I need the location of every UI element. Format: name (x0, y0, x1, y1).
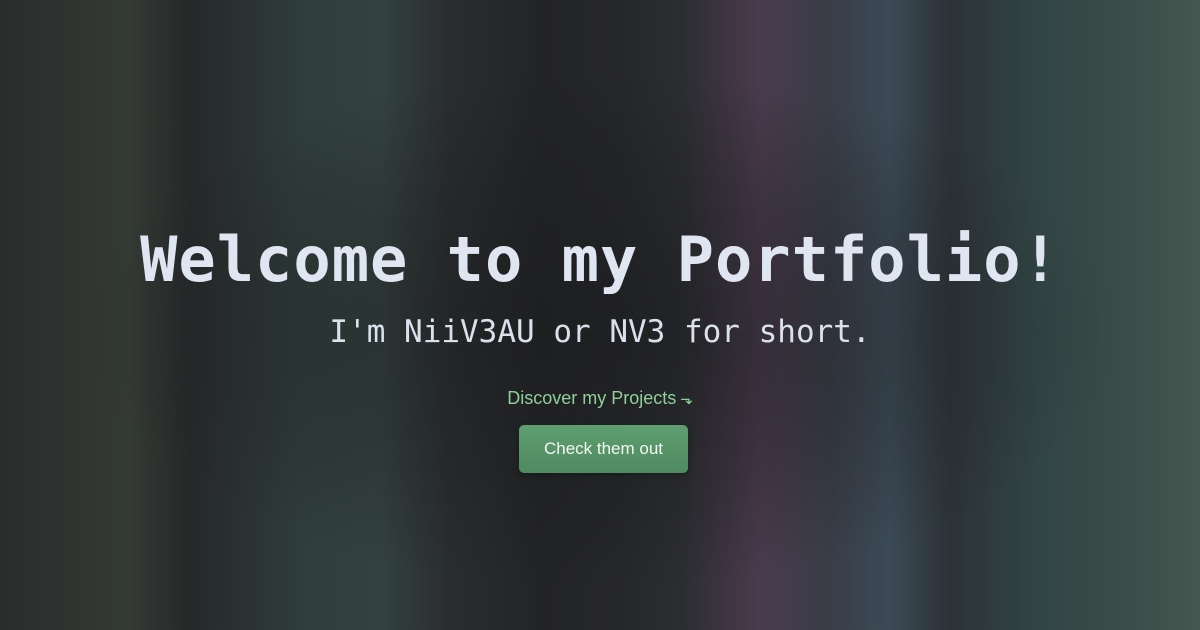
hero-subtitle: I'm NiiV3AU or NV3 for short. (329, 314, 871, 350)
discover-projects-text: Discover my Projects (507, 388, 677, 408)
arrow-down-right-icon: ⬎ (680, 390, 693, 408)
hero-section: Welcome to my Portfolio! I'm NiiV3AU or … (0, 0, 1200, 630)
discover-projects-label: Discover my Projects ⬎ (0, 385, 1200, 412)
check-them-out-button[interactable]: Check them out (519, 425, 688, 473)
page-title: Welcome to my Portfolio! (140, 223, 1060, 296)
